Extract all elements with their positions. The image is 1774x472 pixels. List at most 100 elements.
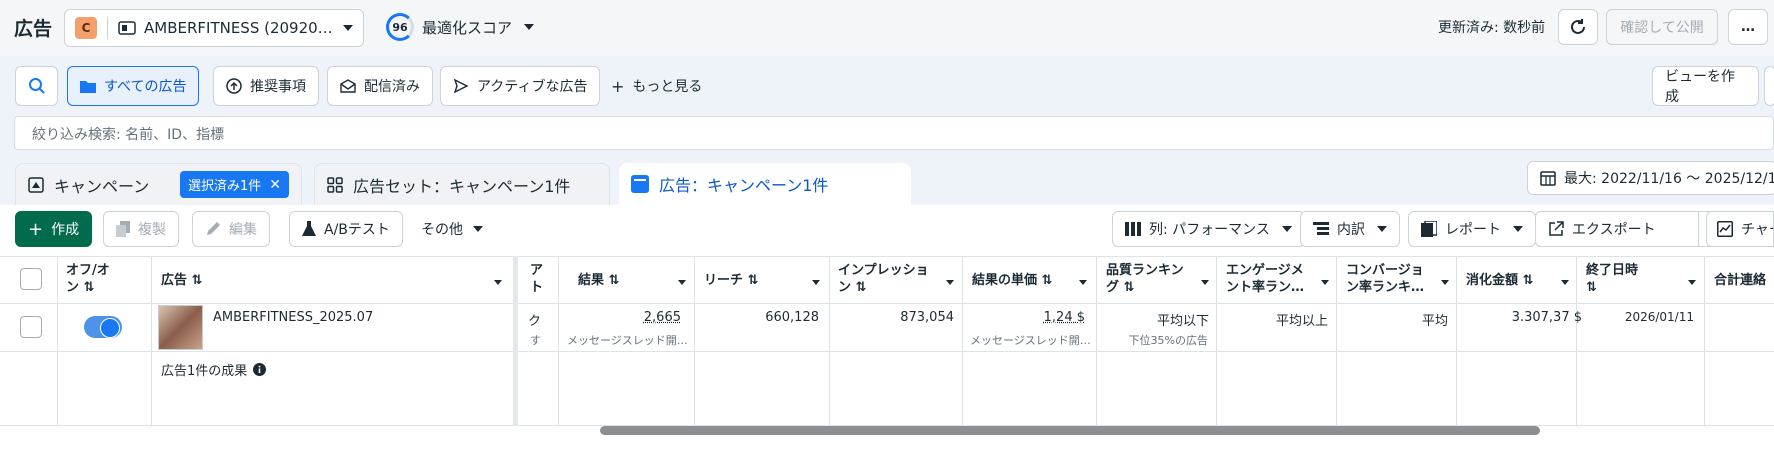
- col-header-impressions[interactable]: インプレッショ ン ⇅: [838, 262, 929, 296]
- col-header-cost-per-result[interactable]: 結果の単価 ⇅: [972, 272, 1052, 289]
- select-all-checkbox[interactable]: [20, 268, 42, 290]
- chevron-down-icon[interactable]: [1321, 280, 1329, 285]
- selected-chip-label: 選択済み1件: [187, 179, 262, 194]
- chevron-down-icon[interactable]: [678, 280, 686, 285]
- chevron-down-icon[interactable]: [946, 280, 954, 285]
- row-checkbox[interactable]: [20, 316, 42, 338]
- breakdown-icon: [1313, 222, 1329, 236]
- horizontal-scrollbar[interactable]: [600, 426, 1540, 435]
- tab-ads[interactable]: 広告：キャンペーン1件: [619, 163, 911, 205]
- chevron-down-icon[interactable]: [1079, 280, 1087, 285]
- ad-name[interactable]: AMBERFITNESS_2025.07: [213, 310, 373, 325]
- col-header-end-date[interactable]: 終了日時 ⇅: [1586, 262, 1638, 296]
- col-header-engagement[interactable]: エンゲージメ ント率ラン…: [1226, 262, 1304, 296]
- col-divider: [1456, 256, 1457, 426]
- ad-thumbnail[interactable]: [158, 305, 203, 350]
- overflow-button[interactable]: [1764, 66, 1774, 106]
- pencil-icon: [205, 221, 221, 237]
- chevron-down-icon[interactable]: [1201, 280, 1209, 285]
- col-header-toggle[interactable]: オフ/オ ン ⇅: [66, 262, 110, 296]
- review-publish-button[interactable]: 確認して公開: [1606, 9, 1718, 45]
- col-header-ad[interactable]: 広告 ⇅: [161, 272, 202, 289]
- spend-value: 3.307,37 $: [1511, 310, 1582, 325]
- col-header-art[interactable]: ア ト: [530, 262, 543, 296]
- export-button[interactable]: エクスポート: [1535, 211, 1699, 247]
- tab-adsets[interactable]: 広告セット：キャンペーン1件: [314, 163, 610, 205]
- account-card-icon: [118, 21, 136, 35]
- active-ads-filter[interactable]: アクティブな広告: [440, 66, 601, 106]
- search-button[interactable]: [15, 66, 58, 106]
- edit-button[interactable]: 編集: [192, 211, 270, 247]
- tab-campaigns-label: キャンペーン: [54, 176, 150, 196]
- optimization-score[interactable]: 96 最適化スコア: [386, 13, 535, 41]
- calendar-icon: [1540, 170, 1556, 186]
- export-icon: [1548, 221, 1564, 237]
- results-value[interactable]: 2,665: [644, 310, 681, 325]
- header-line: 終了日時: [1586, 263, 1639, 278]
- col-divider: [829, 256, 830, 426]
- col-header-spend[interactable]: 消化金額 ⇅: [1466, 272, 1533, 289]
- col-header-total[interactable]: 合計連絡: [1714, 272, 1774, 289]
- tab-campaigns[interactable]: キャンペーン 選択済み1件 ✕: [15, 163, 302, 205]
- col-divider: [558, 256, 559, 426]
- quality-value: 平均以下: [1156, 314, 1209, 329]
- header-line: コンバージョ: [1346, 263, 1424, 278]
- chart-icon: [1717, 221, 1733, 237]
- account-selector[interactable]: C AMBERFITNESS (20920…: [64, 9, 364, 47]
- ab-test-button[interactable]: A/Bテスト: [289, 211, 403, 247]
- col-header-quality[interactable]: 品質ランキン グ ⇅: [1106, 262, 1184, 296]
- more-filters-label: もっと見る: [632, 79, 703, 95]
- recommendations-filter[interactable]: 推奨事項: [213, 66, 319, 106]
- create-view-button[interactable]: ビューを作成: [1652, 66, 1759, 106]
- tab-ads-label: 広告：キャンペーン1件: [659, 176, 829, 195]
- selected-chip[interactable]: 選択済み1件 ✕: [179, 171, 289, 198]
- breakdown-label: 内訳: [1337, 222, 1365, 238]
- create-label: 作成: [51, 222, 80, 238]
- updated-status: 更新済み: 数秒前: [1438, 20, 1546, 36]
- plus-icon: +: [611, 76, 625, 96]
- reach-value: 660,128: [765, 310, 819, 325]
- col-header-reach[interactable]: リーチ ⇅: [704, 272, 758, 289]
- col-divider: [1096, 256, 1097, 426]
- more-options-button[interactable]: …: [1728, 9, 1768, 45]
- info-icon[interactable]: [253, 363, 267, 376]
- other-label: その他: [421, 222, 463, 238]
- create-button[interactable]: + 作成: [15, 211, 93, 247]
- header-line: ン率ランキ…: [1346, 280, 1425, 295]
- close-icon[interactable]: ✕: [269, 177, 281, 193]
- more-filters-button[interactable]: + もっと見る: [598, 66, 715, 106]
- header-line: ト: [530, 280, 544, 295]
- col-divider: [962, 256, 963, 426]
- score-ring: 96: [386, 13, 414, 41]
- columns-button[interactable]: 列: パフォーマンス: [1112, 211, 1305, 247]
- duplicate-button[interactable]: 複製: [103, 211, 179, 247]
- col-header-results[interactable]: 結果 ⇅: [578, 272, 619, 289]
- search-input[interactable]: 絞り込み検索: 名前、ID、指標: [14, 116, 1774, 150]
- recommendations-label: 推奨事項: [250, 79, 306, 95]
- ad-status-toggle[interactable]: [84, 316, 122, 338]
- all-ads-label: すべての広告: [104, 79, 187, 95]
- chart-button[interactable]: チャー: [1706, 211, 1774, 247]
- other-menu-button[interactable]: その他: [408, 211, 496, 247]
- all-ads-filter[interactable]: すべての広告: [67, 66, 200, 106]
- frozen-col-divider[interactable]: [513, 256, 518, 426]
- cost-per-result-value[interactable]: 1,24 $: [1044, 310, 1085, 325]
- date-range-picker[interactable]: 最大: 2022/11/16 〜 2025/12/16: [1527, 161, 1774, 195]
- delivered-filter[interactable]: 配信済み: [327, 66, 433, 106]
- header-line: 品質ランキン: [1106, 263, 1184, 278]
- col-divider: [1216, 256, 1217, 426]
- header-line: ン ⇅: [66, 280, 95, 295]
- refresh-button[interactable]: [1558, 9, 1598, 45]
- chevron-down-icon[interactable]: [1561, 280, 1569, 285]
- reports-button[interactable]: レポート: [1408, 211, 1536, 247]
- header-line: グ ⇅: [1106, 280, 1135, 295]
- header-line: エンゲージメ: [1226, 263, 1304, 278]
- breakdown-button[interactable]: 内訳: [1300, 211, 1400, 247]
- chevron-down-icon[interactable]: [494, 280, 502, 285]
- chevron-down-icon[interactable]: [1688, 280, 1696, 285]
- chevron-down-icon[interactable]: [812, 280, 820, 285]
- col-header-conversion[interactable]: コンバージョ ン率ランキ…: [1346, 262, 1424, 296]
- active-ads-label: アクティブな広告: [477, 79, 588, 95]
- copy-icon: [116, 221, 130, 237]
- chevron-down-icon[interactable]: [1441, 280, 1449, 285]
